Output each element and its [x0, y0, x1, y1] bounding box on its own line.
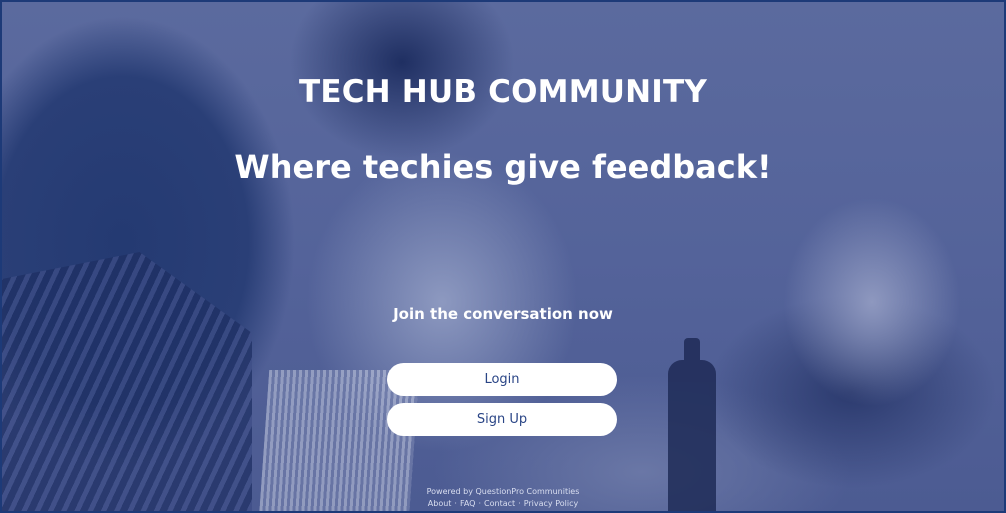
- community-tagline: Where techies give feedback!: [234, 148, 772, 186]
- hero-content: TECH HUB COMMUNITY Where techies give fe…: [2, 2, 1004, 511]
- landing-page: TECH HUB COMMUNITY Where techies give fe…: [0, 0, 1006, 513]
- footer-link-about[interactable]: About: [428, 499, 452, 508]
- footer-separator: ·: [478, 499, 482, 508]
- footer: Powered by QuestionPro Communities About…: [2, 486, 1004, 510]
- footer-links: About · FAQ · Contact · Privacy Policy: [2, 498, 1004, 510]
- footer-separator: ·: [454, 499, 457, 508]
- powered-by-text: Powered by QuestionPro Communities: [426, 487, 580, 496]
- join-prompt: Join the conversation now: [393, 305, 613, 323]
- footer-link-faq[interactable]: FAQ: [460, 499, 476, 508]
- footer-separator: ·: [518, 499, 521, 508]
- login-button[interactable]: Login: [387, 363, 617, 396]
- community-title: TECH HUB COMMUNITY: [299, 74, 707, 110]
- signup-button[interactable]: Sign Up: [387, 403, 617, 436]
- footer-link-privacy-policy[interactable]: Privacy Policy: [524, 499, 579, 508]
- footer-link-contact[interactable]: Contact: [484, 499, 515, 508]
